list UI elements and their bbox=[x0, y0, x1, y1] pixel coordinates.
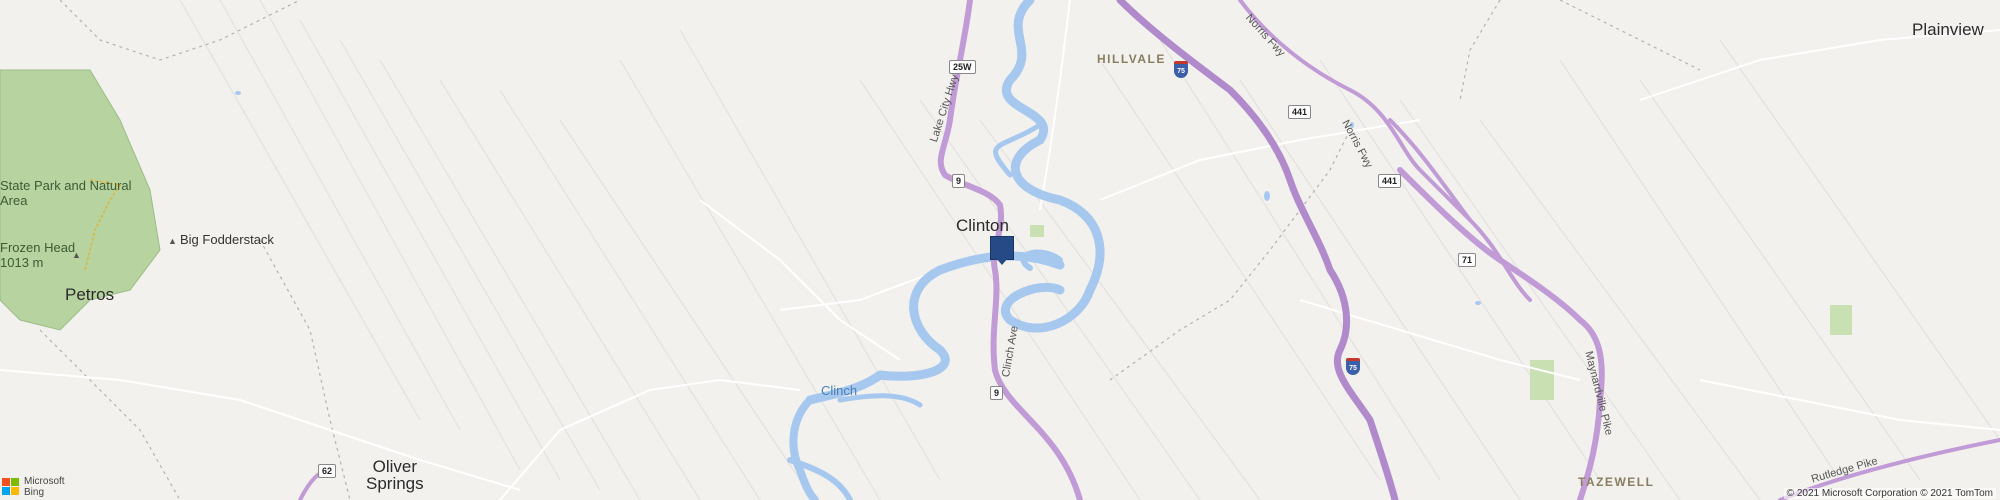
green-space bbox=[1830, 305, 1852, 335]
map-canvas[interactable]: Plainview HILLVALE Clinton Petros Oliver… bbox=[0, 0, 2000, 500]
interstate-shield-75-south: 75 bbox=[1346, 358, 1360, 375]
peak-triangle-icon: ▲ bbox=[168, 236, 177, 246]
logo-square-blue bbox=[2, 487, 10, 495]
route-shield-62: 62 bbox=[318, 464, 337, 478]
provider-line1: Microsoft bbox=[24, 476, 65, 487]
terrain-relief bbox=[179, 0, 2000, 500]
route-shield-71: 71 bbox=[1458, 253, 1477, 267]
place-hillvale[interactable]: HILLVALE bbox=[1097, 52, 1166, 66]
peak-big-fodderstack[interactable]: Big Fodderstack bbox=[180, 232, 274, 247]
route-shield-441-b: 441 bbox=[1378, 174, 1402, 188]
logo-square-red bbox=[2, 478, 10, 486]
route-shield-9-south: 9 bbox=[990, 386, 1004, 400]
provider-text: Microsoft Bing bbox=[24, 476, 65, 498]
microsoft-logo-icon bbox=[2, 478, 20, 496]
logo-square-green bbox=[11, 478, 19, 486]
interstate-shield-75-north: 75 bbox=[1174, 61, 1188, 78]
route-shield-25w: 25W bbox=[949, 60, 976, 74]
green-space bbox=[1530, 360, 1554, 400]
logo-square-yellow bbox=[11, 487, 19, 495]
river-clinch-label[interactable]: Clinch bbox=[821, 383, 857, 398]
place-plainview[interactable]: Plainview bbox=[1912, 20, 1984, 40]
provider-line2: Bing bbox=[24, 487, 45, 498]
bing-branding: Microsoft Bing bbox=[2, 476, 65, 498]
route-shield-9-north: 9 bbox=[952, 174, 966, 188]
route-shield-441-a: 441 bbox=[1288, 105, 1312, 119]
place-clinton[interactable]: Clinton bbox=[956, 216, 1009, 236]
place-petros[interactable]: Petros bbox=[65, 285, 114, 305]
place-oliver-springs[interactable]: Oliver Springs bbox=[366, 458, 424, 492]
location-pin-icon[interactable] bbox=[990, 236, 1014, 265]
green-space bbox=[1030, 225, 1044, 237]
park-label[interactable]: State Park and Natural Area bbox=[0, 178, 132, 208]
rivers bbox=[787, 0, 1105, 500]
peak-triangle-icon: ▲ bbox=[72, 250, 81, 260]
peak-frozen-head[interactable]: Frozen Head 1013 m bbox=[0, 240, 75, 270]
county-borders bbox=[39, 0, 1701, 500]
copyright-notice: © 2021 Microsoft Corporation © 2021 TomT… bbox=[1783, 488, 1996, 499]
place-tazewell[interactable]: TAZEWELL bbox=[1578, 475, 1654, 489]
